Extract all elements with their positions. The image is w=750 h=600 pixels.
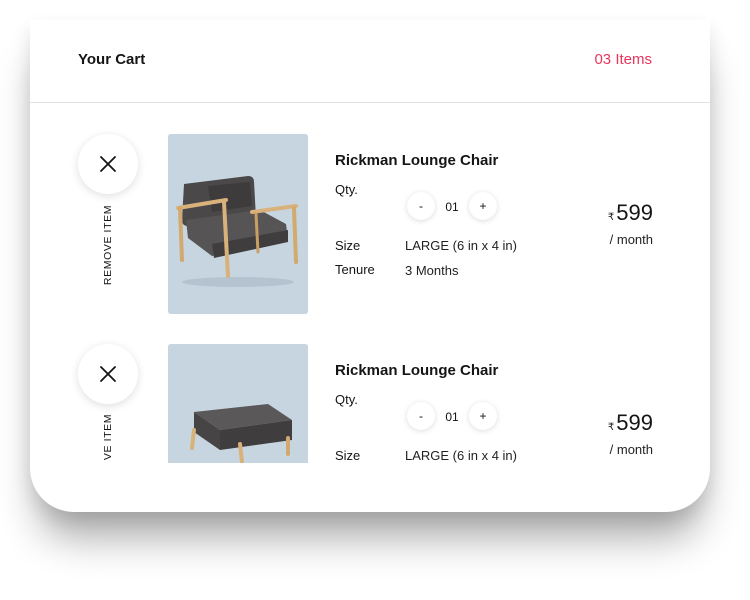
currency-symbol: ₹: [607, 212, 615, 223]
decrement-button[interactable]: -: [407, 192, 435, 220]
cart-title: Your Cart: [78, 51, 146, 68]
lounge-chair-image: [168, 134, 308, 314]
currency-symbol: ₹: [607, 422, 615, 433]
price: ₹599: [608, 200, 653, 226]
ottoman-image: [168, 344, 308, 463]
size-label: Size: [335, 448, 361, 463]
decrement-button[interactable]: -: [407, 402, 435, 430]
price-period: / month: [609, 442, 653, 457]
quantity-value: 01: [445, 410, 459, 424]
product-image: [168, 344, 308, 463]
qty-label: Qty.: [335, 392, 358, 407]
remove-item-label: VE ITEM: [102, 413, 114, 461]
cart-header: Your Cart 03 Items: [30, 20, 710, 103]
size-label: Size: [335, 238, 361, 253]
increment-button[interactable]: +: [469, 192, 497, 220]
quantity-value: 01: [445, 200, 459, 214]
price: ₹599: [608, 410, 653, 436]
tenure-value: 3 Months: [405, 263, 459, 278]
product-name: Rickman Lounge Chair: [335, 152, 499, 169]
price-period: / month: [609, 232, 653, 247]
cart-card: Your Cart 03 Items REMOVE ITEM Rickman L…: [30, 20, 710, 512]
close-icon: [100, 156, 116, 172]
increment-button[interactable]: +: [469, 402, 497, 430]
size-value: LARGE (6 in x 4 in): [405, 238, 517, 253]
cart-item: VE ITEM Rickman Lounge Chair Qty. - 01 +…: [30, 314, 710, 463]
cart-item: REMOVE ITEM Rickman Lounge Chair Qty. - …: [30, 104, 710, 314]
size-value: LARGE (6 in x 4 in): [405, 448, 517, 463]
cart-item-count: 03 Items: [594, 51, 652, 68]
tenure-label: Tenure: [335, 262, 375, 277]
close-icon: [100, 366, 116, 382]
product-name: Rickman Lounge Chair: [335, 362, 499, 379]
remove-item-button[interactable]: [78, 134, 138, 194]
price-amount: 599: [616, 200, 653, 225]
remove-item-label: REMOVE ITEM: [102, 204, 114, 286]
qty-label: Qty.: [335, 182, 358, 197]
price-amount: 599: [616, 410, 653, 435]
cart-items-list: REMOVE ITEM Rickman Lounge Chair Qty. - …: [30, 104, 710, 463]
product-image: [168, 134, 308, 314]
